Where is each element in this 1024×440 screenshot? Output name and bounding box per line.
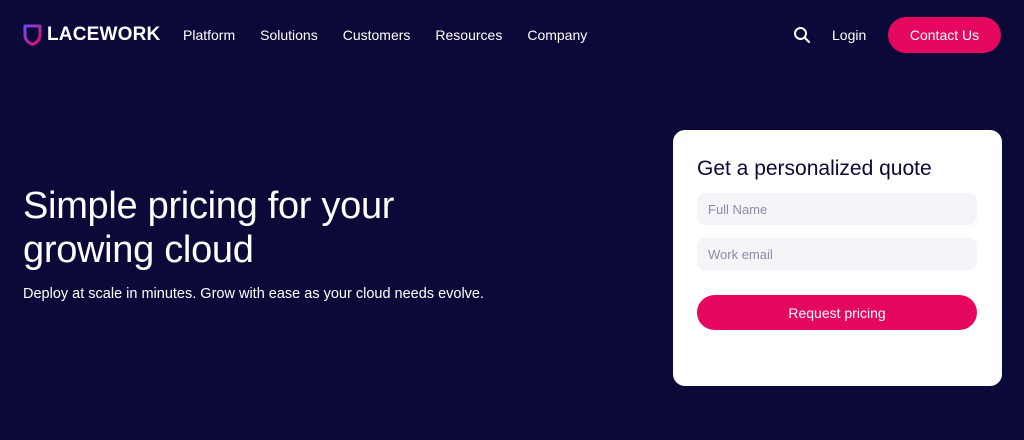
nav-item-customers[interactable]: Customers — [343, 25, 411, 45]
work-email-input[interactable] — [697, 238, 977, 270]
hero-subtitle: Deploy at scale in minutes. Grow with ea… — [23, 286, 485, 302]
shield-logo-icon — [23, 24, 42, 46]
request-pricing-button[interactable]: Request pricing — [697, 295, 977, 330]
nav-item-company[interactable]: Company — [527, 25, 587, 45]
main-menu: Platform Solutions Customers Resources C… — [183, 25, 587, 45]
login-link[interactable]: Login — [832, 25, 866, 45]
nav-item-solutions[interactable]: Solutions — [260, 25, 318, 45]
pricing-page: LACEWORK Platform Solutions Customers Re… — [0, 0, 1024, 440]
contact-us-button[interactable]: Contact Us — [888, 17, 1001, 53]
brand-name: LACEWORK — [47, 24, 161, 45]
top-navigation: LACEWORK Platform Solutions Customers Re… — [0, 0, 1024, 70]
quote-form-title: Get a personalized quote — [697, 157, 932, 180]
nav-item-platform[interactable]: Platform — [183, 25, 235, 45]
quote-form-card: Get a personalized quote Request pricing — [673, 130, 1002, 386]
full-name-input[interactable] — [697, 193, 977, 225]
nav-item-resources[interactable]: Resources — [435, 25, 502, 45]
search-icon[interactable] — [793, 26, 811, 44]
hero-title: Simple pricing for your growing cloud — [23, 185, 395, 271]
brand-logo-link[interactable]: LACEWORK — [23, 23, 160, 47]
